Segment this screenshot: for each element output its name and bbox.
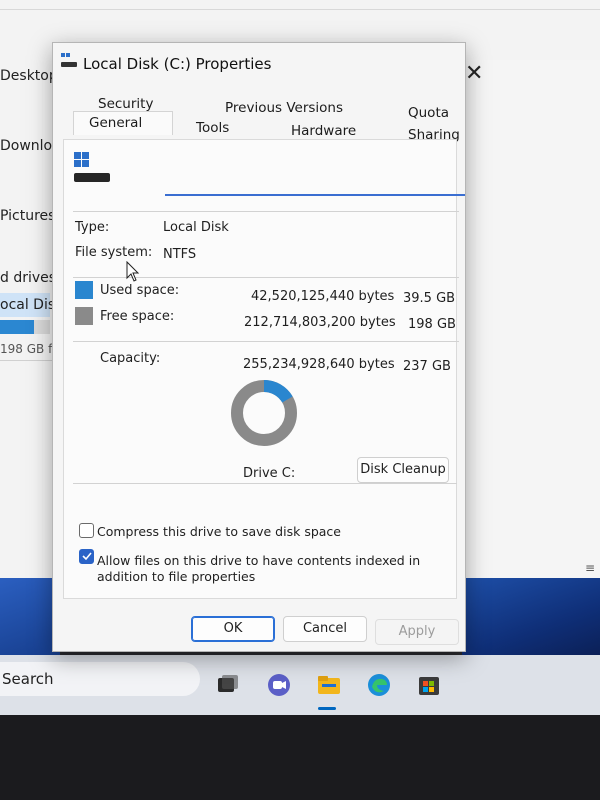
file-system-value: NTFS bbox=[163, 247, 197, 262]
cancel-button[interactable]: Cancel bbox=[283, 616, 367, 642]
capacity-gb: 237 GB bbox=[403, 359, 451, 374]
background-title-divider bbox=[0, 0, 600, 10]
taskbar-search-box[interactable]: Search bbox=[0, 662, 200, 696]
desktop-wallpaper-left bbox=[0, 578, 60, 658]
tab-security[interactable]: Security bbox=[98, 96, 153, 112]
capacity-label: Capacity: bbox=[100, 351, 161, 366]
used-space-gb: 39.5 GB bbox=[403, 291, 456, 306]
store-icon[interactable] bbox=[416, 672, 442, 698]
nav-item-desktop[interactable]: Desktop bbox=[0, 68, 58, 84]
drive-usage-bar-used bbox=[0, 320, 34, 334]
used-space-label: Used space: bbox=[100, 283, 180, 298]
drive-label: Drive C: bbox=[243, 466, 296, 481]
divider-1 bbox=[73, 211, 459, 212]
free-space-bytes: 212,714,803,200 bytes bbox=[244, 315, 396, 330]
apply-button[interactable]: Apply bbox=[375, 619, 459, 645]
tab-quota[interactable]: Quota bbox=[408, 105, 449, 121]
close-icon[interactable]: ✕ bbox=[465, 61, 483, 86]
tab-tools[interactable]: Tools bbox=[196, 120, 229, 136]
compress-label: Compress this drive to save disk space bbox=[97, 524, 341, 539]
tab-hardware[interactable]: Hardware bbox=[291, 123, 356, 139]
type-value: Local Disk bbox=[163, 220, 229, 235]
dialog-title: Local Disk (C:) Properties bbox=[83, 55, 272, 73]
chat-icon[interactable] bbox=[266, 672, 292, 698]
edge-icon[interactable] bbox=[366, 672, 392, 698]
active-app-indicator bbox=[318, 707, 336, 710]
row-divider bbox=[0, 360, 56, 361]
compress-checkbox[interactable] bbox=[79, 523, 94, 538]
free-space-swatch bbox=[75, 307, 93, 325]
type-label: Type: bbox=[75, 220, 110, 235]
drive-icon bbox=[74, 152, 110, 182]
task-view-icon[interactable] bbox=[215, 672, 241, 698]
properties-dialog: Local Disk (C:) Properties ✕ Security Pr… bbox=[52, 42, 483, 652]
used-space-bytes: 42,520,125,440 bytes bbox=[251, 289, 395, 304]
selected-drive-label: ocal Dis bbox=[0, 297, 56, 313]
divider-4 bbox=[73, 483, 457, 484]
drive-usage-bar-free bbox=[34, 320, 50, 334]
checkmark-icon bbox=[82, 552, 92, 561]
drive-title-icon bbox=[61, 53, 77, 67]
nav-item-pictures[interactable]: Pictures bbox=[0, 208, 55, 224]
content-pane bbox=[465, 60, 600, 585]
desktop-wallpaper-right bbox=[462, 578, 600, 658]
scrollbar-grip-icon[interactable]: ≡ bbox=[583, 560, 597, 576]
tab-general[interactable]: General bbox=[89, 115, 142, 131]
file-system-label: File system: bbox=[75, 245, 153, 260]
ok-button[interactable]: OK bbox=[191, 616, 275, 642]
divider-3 bbox=[73, 341, 459, 342]
disk-cleanup-button[interactable]: Disk Cleanup bbox=[357, 457, 449, 483]
capacity-bytes: 255,234,928,640 bytes bbox=[243, 357, 395, 372]
free-space-gb: 198 GB bbox=[408, 317, 456, 332]
monitor-bezel bbox=[0, 715, 600, 800]
index-label: Allow files on this drive to have conten… bbox=[97, 553, 421, 584]
drive-free-text: 198 GB f bbox=[0, 342, 53, 356]
tab-previous-versions[interactable]: Previous Versions bbox=[225, 100, 343, 116]
file-explorer-icon[interactable] bbox=[316, 672, 342, 698]
used-space-swatch bbox=[75, 281, 93, 299]
index-checkbox[interactable] bbox=[79, 549, 94, 564]
drive-name-input[interactable] bbox=[165, 151, 465, 196]
free-space-label: Free space: bbox=[100, 309, 175, 324]
usage-donut-chart bbox=[231, 380, 297, 446]
devices-drives-header: d drives bbox=[0, 270, 57, 286]
mouse-cursor-icon bbox=[126, 261, 140, 282]
